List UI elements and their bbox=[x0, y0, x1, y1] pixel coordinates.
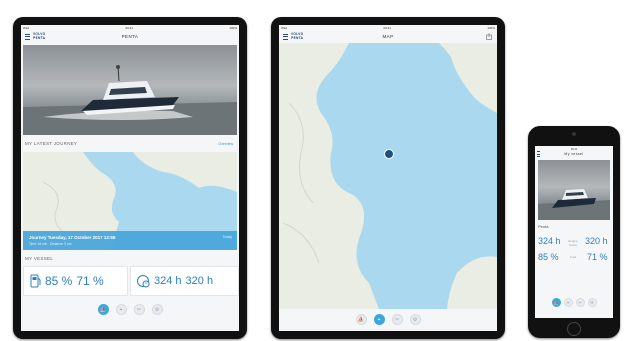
nav-bar: My vessel bbox=[535, 150, 613, 158]
vessel-icon: ⛵ bbox=[553, 300, 559, 305]
page-title: MAP bbox=[382, 34, 394, 39]
phone: 09:41 My vessel Penta 324 h Engine hours… bbox=[528, 126, 620, 338]
status-battery: 100% bbox=[229, 26, 237, 30]
boat-image bbox=[23, 65, 237, 135]
engine-hours-card[interactable]: 324 h 320 h bbox=[130, 266, 239, 296]
tab-service[interactable]: ✂ bbox=[575, 298, 585, 307]
home-button[interactable] bbox=[567, 322, 581, 336]
tab-vessel[interactable]: ⛵ bbox=[355, 314, 367, 325]
map-icon: ⌖ bbox=[566, 300, 570, 305]
tab-vessel[interactable]: ⛵ bbox=[551, 298, 561, 307]
overview-link[interactable]: Overview bbox=[218, 142, 233, 146]
status-carrier: iPad bbox=[23, 26, 30, 30]
share-icon[interactable] bbox=[486, 33, 492, 40]
my-vessel-title: MY VESSEL bbox=[25, 256, 54, 261]
tab-service[interactable]: ✂ bbox=[391, 314, 403, 325]
engine-hours-value-1: 324 h bbox=[538, 236, 561, 246]
map-icon: ⌖ bbox=[377, 316, 381, 323]
full-map[interactable] bbox=[279, 43, 497, 309]
tab-settings[interactable]: ⚙ bbox=[587, 298, 597, 307]
tab-map[interactable]: ⌖ bbox=[115, 304, 127, 315]
tab-bar: ⛵ ⌖ ✂ ⚙ bbox=[535, 298, 613, 307]
journey-details: Time: 44 min · Distance: 9 nm bbox=[29, 242, 72, 246]
settings-icon: ⚙ bbox=[590, 300, 594, 305]
service-icon: ✂ bbox=[136, 306, 142, 313]
settings-icon: ⚙ bbox=[154, 306, 160, 313]
boat-image bbox=[538, 189, 610, 220]
phone-screen: 09:41 My vessel Penta 324 h Engine hours… bbox=[535, 146, 613, 318]
tab-bar: ⛵ ⌖ ✂ ⚙ bbox=[21, 304, 239, 315]
engine-hours-icon bbox=[137, 275, 150, 288]
engine-hours-value-2: 320 h bbox=[585, 236, 608, 246]
vessel-label: Penta bbox=[538, 224, 549, 229]
status-time: 09:41 bbox=[125, 26, 133, 30]
tablet-middle: iPad 09:41 100% VOLVO PENTA MAP ⛵ ⌖ ✂ ⚙ bbox=[271, 17, 505, 339]
page-title: PENTA bbox=[121, 34, 139, 39]
fuel-value-2: 71 % bbox=[76, 274, 104, 288]
journey-date: Journey Tuesday, 17 October 2017 12:55 bbox=[29, 235, 116, 240]
status-time: 09:41 bbox=[383, 26, 391, 30]
vessel-icon: ⛵ bbox=[99, 306, 107, 313]
tab-map[interactable]: ⌖ bbox=[563, 298, 573, 307]
nav-bar: VOLVO PENTA MAP bbox=[279, 31, 497, 42]
engine-hours-value-1: 324 h bbox=[154, 275, 182, 287]
vessel-photo[interactable] bbox=[23, 45, 237, 135]
journey-banner[interactable]: Journey Tuesday, 17 October 2017 12:55 T… bbox=[23, 231, 237, 250]
tablet-middle-screen: iPad 09:41 100% VOLVO PENTA MAP ⛵ ⌖ ✂ ⚙ bbox=[279, 25, 497, 331]
tablet-left: iPad 09:41 100% VOLVO PENTA PENTA MY LAT… bbox=[13, 17, 247, 339]
engine-hours-label: Engine hours bbox=[568, 239, 578, 247]
nav-bar: VOLVO PENTA PENTA bbox=[21, 31, 239, 42]
latest-journey-title: MY LATEST JOURNEY bbox=[25, 141, 78, 146]
map-land bbox=[279, 43, 497, 309]
tab-map[interactable]: ⌖ bbox=[373, 314, 385, 325]
tab-service[interactable]: ✂ bbox=[133, 304, 145, 315]
status-carrier: iPad bbox=[281, 26, 288, 30]
fuel-value-1: 85 % bbox=[45, 274, 73, 288]
tablet-left-screen: iPad 09:41 100% VOLVO PENTA PENTA MY LAT… bbox=[21, 25, 239, 331]
page-title: My vessel bbox=[564, 152, 584, 156]
fuel-value-1: 85 % bbox=[538, 252, 559, 262]
fuel-label: Fuel bbox=[570, 255, 576, 259]
vessel-photo[interactable] bbox=[538, 160, 610, 220]
status-battery: 100% bbox=[487, 26, 495, 30]
map-icon: ⌖ bbox=[119, 306, 123, 313]
journey-day: Today bbox=[222, 235, 232, 239]
tab-vessel[interactable]: ⛵ bbox=[97, 304, 109, 315]
tab-settings[interactable]: ⚙ bbox=[409, 314, 421, 325]
phone-camera bbox=[572, 132, 576, 136]
fuel-card[interactable]: 85 % 71 % bbox=[23, 266, 128, 296]
fuel-value-2: 71 % bbox=[587, 252, 608, 262]
engine-hours-value-2: 320 h bbox=[185, 275, 214, 287]
tab-settings[interactable]: ⚙ bbox=[151, 304, 163, 315]
settings-icon: ⚙ bbox=[412, 316, 418, 323]
service-icon: ✂ bbox=[394, 316, 400, 323]
vessel-icon: ⛵ bbox=[357, 316, 365, 323]
vessel-location-pin[interactable] bbox=[384, 149, 394, 159]
tab-bar: ⛵ ⌖ ✂ ⚙ bbox=[279, 314, 497, 325]
fuel-icon bbox=[30, 274, 41, 288]
journey-map[interactable]: Journey Tuesday, 17 October 2017 12:55 T… bbox=[23, 152, 237, 250]
service-icon: ✂ bbox=[578, 300, 582, 305]
